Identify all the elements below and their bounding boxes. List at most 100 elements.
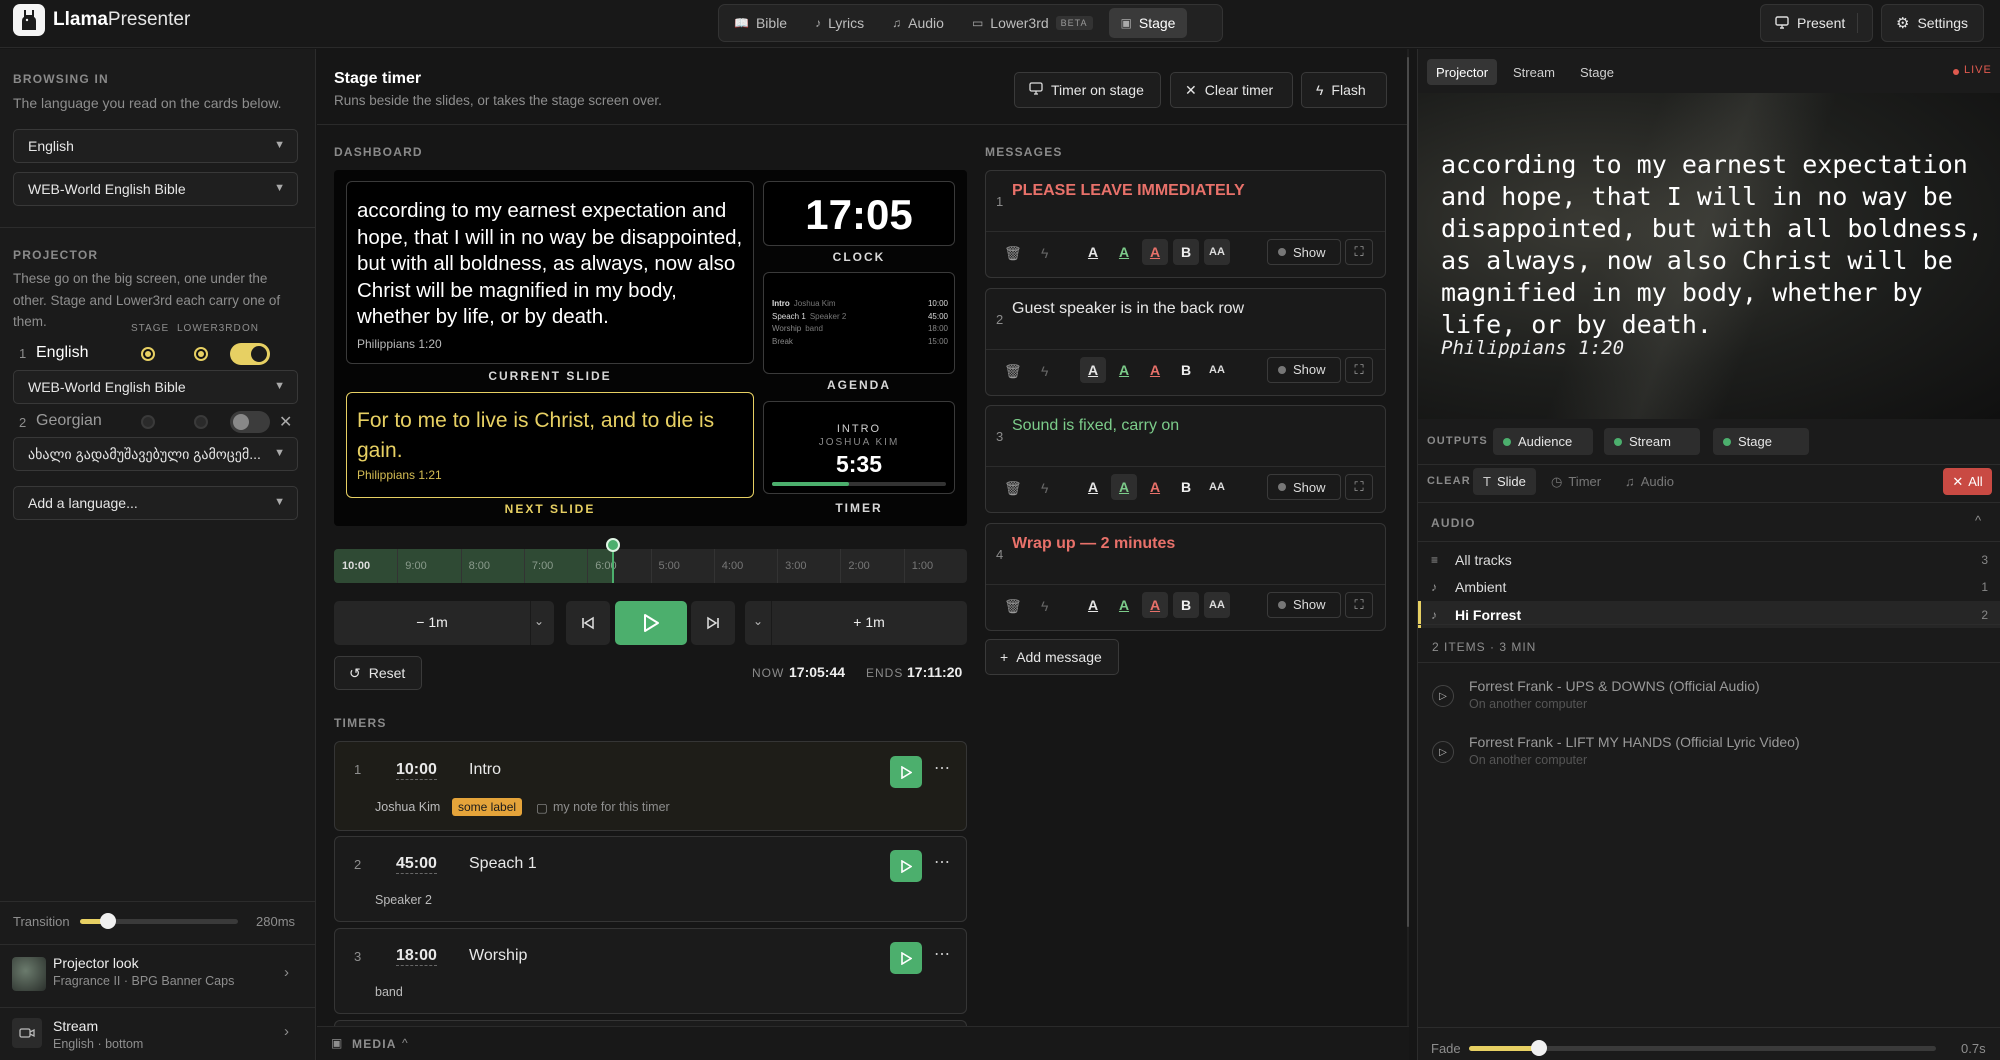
text-size-button[interactable]: AA — [1204, 591, 1230, 618]
present-button[interactable]: Present — [1760, 4, 1873, 42]
fullscreen-icon[interactable]: ⛶ — [1345, 474, 1373, 500]
audio-playlist-row[interactable]: ♪ Ambient 1 — [1418, 574, 2000, 601]
previous-button[interactable] — [566, 601, 610, 645]
text-color-1-button[interactable]: A — [1080, 592, 1106, 618]
timer-scrubber[interactable]: 10:00 9:00 8:00 7:00 6:00 5:00 4:00 3:00 2:00 1:0… — [334, 538, 967, 583]
flash-button[interactable]: ϟ Flash — [1301, 72, 1387, 108]
show-message-button[interactable]: Show — [1267, 239, 1341, 265]
text-color-3-button[interactable]: A — [1142, 591, 1168, 618]
plus-minute-button[interactable]: ⌄ + 1m — [745, 601, 967, 645]
message-item[interactable]: 1 PLEASE LEAVE IMMEDIATELY 🗑 ϟ A A A B AA Show ⛶ — [985, 170, 1386, 278]
text-color-3-button[interactable]: A — [1142, 474, 1168, 500]
minus-minute-button[interactable]: − 1m ⌄ — [334, 601, 554, 645]
output-stream-toggle[interactable]: Stream — [1604, 428, 1700, 455]
timer-duration[interactable]: 45:00 — [396, 855, 437, 874]
projector-look-row[interactable]: Projector look Fragrance II · BPG Banner… — [0, 945, 316, 1007]
play-icon[interactable]: ▷ — [1432, 741, 1454, 763]
trash-icon[interactable]: 🗑 — [1004, 480, 1022, 497]
language-bible-select[interactable]: WEB-World English Bible ▼ — [13, 370, 298, 404]
track-item[interactable]: ▷ Forrest Frank - UPS & DOWNS (Official A… — [1418, 669, 2000, 723]
text-color-1-button[interactable]: A — [1080, 356, 1106, 383]
bold-button[interactable]: B — [1173, 357, 1199, 383]
fullscreen-icon[interactable]: ⛶ — [1345, 591, 1373, 618]
language-on-toggle[interactable] — [230, 411, 270, 433]
output-audience-toggle[interactable]: Audience — [1493, 428, 1593, 455]
next-button[interactable] — [691, 601, 735, 645]
clear-slide-button[interactable]: T Slide — [1473, 468, 1536, 495]
lightning-icon[interactable]: ϟ — [1041, 480, 1048, 496]
lightning-icon[interactable]: ϟ — [1041, 598, 1048, 614]
tab-lyrics[interactable]: ♪ Lyrics — [803, 8, 876, 38]
stage-radio[interactable] — [141, 347, 155, 361]
lightning-icon[interactable]: ϟ — [1041, 363, 1048, 379]
show-message-button[interactable]: Show — [1267, 591, 1341, 618]
browse-language-select[interactable]: English ▼ — [13, 129, 298, 163]
text-color-2-button[interactable]: A — [1111, 592, 1137, 618]
output-stage-toggle[interactable]: Stage — [1713, 428, 1809, 455]
scrollbar-thumb[interactable] — [1407, 57, 1409, 927]
clear-audio-button[interactable]: ♫ Audio — [1625, 468, 1674, 495]
bold-button[interactable]: B — [1173, 591, 1199, 618]
bold-button[interactable]: B — [1173, 474, 1199, 500]
bold-button[interactable]: B — [1173, 239, 1199, 265]
tab-stage[interactable]: ▣ Stage — [1108, 8, 1188, 38]
preview-tab-stage[interactable]: Stage — [1571, 59, 1623, 85]
lightning-icon[interactable]: ϟ — [1041, 245, 1048, 261]
tab-bible[interactable]: 📖 Bible — [722, 8, 799, 38]
show-message-button[interactable]: Show — [1267, 356, 1341, 383]
timer-item[interactable]: 1 10:00 Intro Joshua Kim some label ▢ my… — [334, 741, 967, 831]
language-on-toggle[interactable] — [230, 343, 270, 365]
fade-slider[interactable] — [1469, 1040, 1936, 1056]
text-size-button[interactable]: AA — [1204, 357, 1230, 383]
slider-knob[interactable] — [100, 913, 117, 929]
message-item[interactable]: 4 Wrap up — 2 minutes 🗑 ϟ A A A B AA Show ⛶ — [985, 522, 1386, 631]
timer-play-button[interactable] — [890, 850, 922, 882]
message-text[interactable]: Wrap up — 2 minutes — [1012, 535, 1175, 553]
chevron-down-icon[interactable]: ⌄ — [534, 614, 544, 628]
play-icon[interactable]: ▷ — [1432, 685, 1454, 707]
text-color-3-button[interactable]: A — [1142, 239, 1168, 265]
text-color-2-button[interactable]: A — [1111, 239, 1137, 265]
more-icon[interactable]: ⋯ — [934, 944, 950, 964]
preview-tab-stream[interactable]: Stream — [1504, 59, 1564, 85]
clear-timer-button[interactable]: ◷ Timer — [1551, 468, 1601, 495]
text-color-2-button[interactable]: A — [1111, 474, 1137, 500]
timer-item[interactable]: 3 18:00 Worship band ⋯ — [334, 928, 967, 1014]
media-bar[interactable]: ▣ MEDIA ^ — [317, 1027, 1409, 1060]
text-color-1-button[interactable]: A — [1080, 474, 1106, 500]
timer-duration[interactable]: 10:00 — [396, 761, 437, 780]
clear-all-button[interactable]: ✕ All — [1943, 468, 1992, 495]
stage-radio[interactable] — [141, 415, 155, 429]
scrubber-handle[interactable] — [605, 538, 620, 552]
timer-item[interactable]: 2 45:00 Speach 1 Speaker 2 ⋯ — [334, 836, 967, 922]
timer-duration[interactable]: 18:00 — [396, 947, 437, 966]
message-text[interactable]: Guest speaker is in the back row — [1012, 300, 1244, 318]
message-item[interactable]: 2 Guest speaker is in the back row 🗑 ϟ A A A B A… — [985, 287, 1386, 396]
text-size-button[interactable]: AA — [1204, 474, 1230, 500]
slider-knob[interactable] — [1531, 1040, 1548, 1056]
language-bible-select[interactable]: ახალი გადამუშავებული გამოცემ... ▼ — [13, 437, 298, 471]
text-size-button[interactable]: AA — [1204, 239, 1230, 265]
stream-row[interactable]: Stream English · bottom › — [0, 1008, 316, 1060]
message-text[interactable]: PLEASE LEAVE IMMEDIATELY — [1012, 182, 1245, 200]
transition-slider[interactable] — [80, 913, 238, 929]
reset-button[interactable]: ↺ Reset — [334, 656, 422, 690]
fullscreen-icon[interactable]: ⛶ — [1345, 239, 1373, 265]
timer-play-button[interactable] — [890, 942, 922, 974]
play-button[interactable] — [615, 601, 687, 645]
browse-bible-select[interactable]: WEB-World English Bible ▼ — [13, 172, 298, 206]
timer-name[interactable]: Speach 1 — [469, 855, 537, 873]
settings-button[interactable]: ⚙ Settings — [1881, 4, 1984, 42]
fullscreen-icon[interactable]: ⛶ — [1345, 356, 1373, 383]
show-message-button[interactable]: Show — [1267, 474, 1341, 500]
trash-icon[interactable]: 🗑 — [1004, 598, 1022, 615]
add-message-button[interactable]: + Add message — [985, 639, 1119, 675]
chevron-up-icon[interactable]: ^ — [1975, 513, 1981, 528]
more-icon[interactable]: ⋯ — [934, 852, 950, 872]
chevron-down-icon[interactable]: ⌄ — [753, 614, 763, 628]
timer-on-stage-button[interactable]: Timer on stage — [1014, 72, 1161, 108]
remove-language-icon[interactable]: ✕ — [279, 412, 292, 432]
track-item[interactable]: ▷ Forrest Frank - LIFT MY HANDS (Official… — [1418, 725, 2000, 779]
trash-icon[interactable]: 🗑 — [1004, 245, 1022, 262]
tab-audio[interactable]: ♫ Audio — [880, 8, 956, 38]
